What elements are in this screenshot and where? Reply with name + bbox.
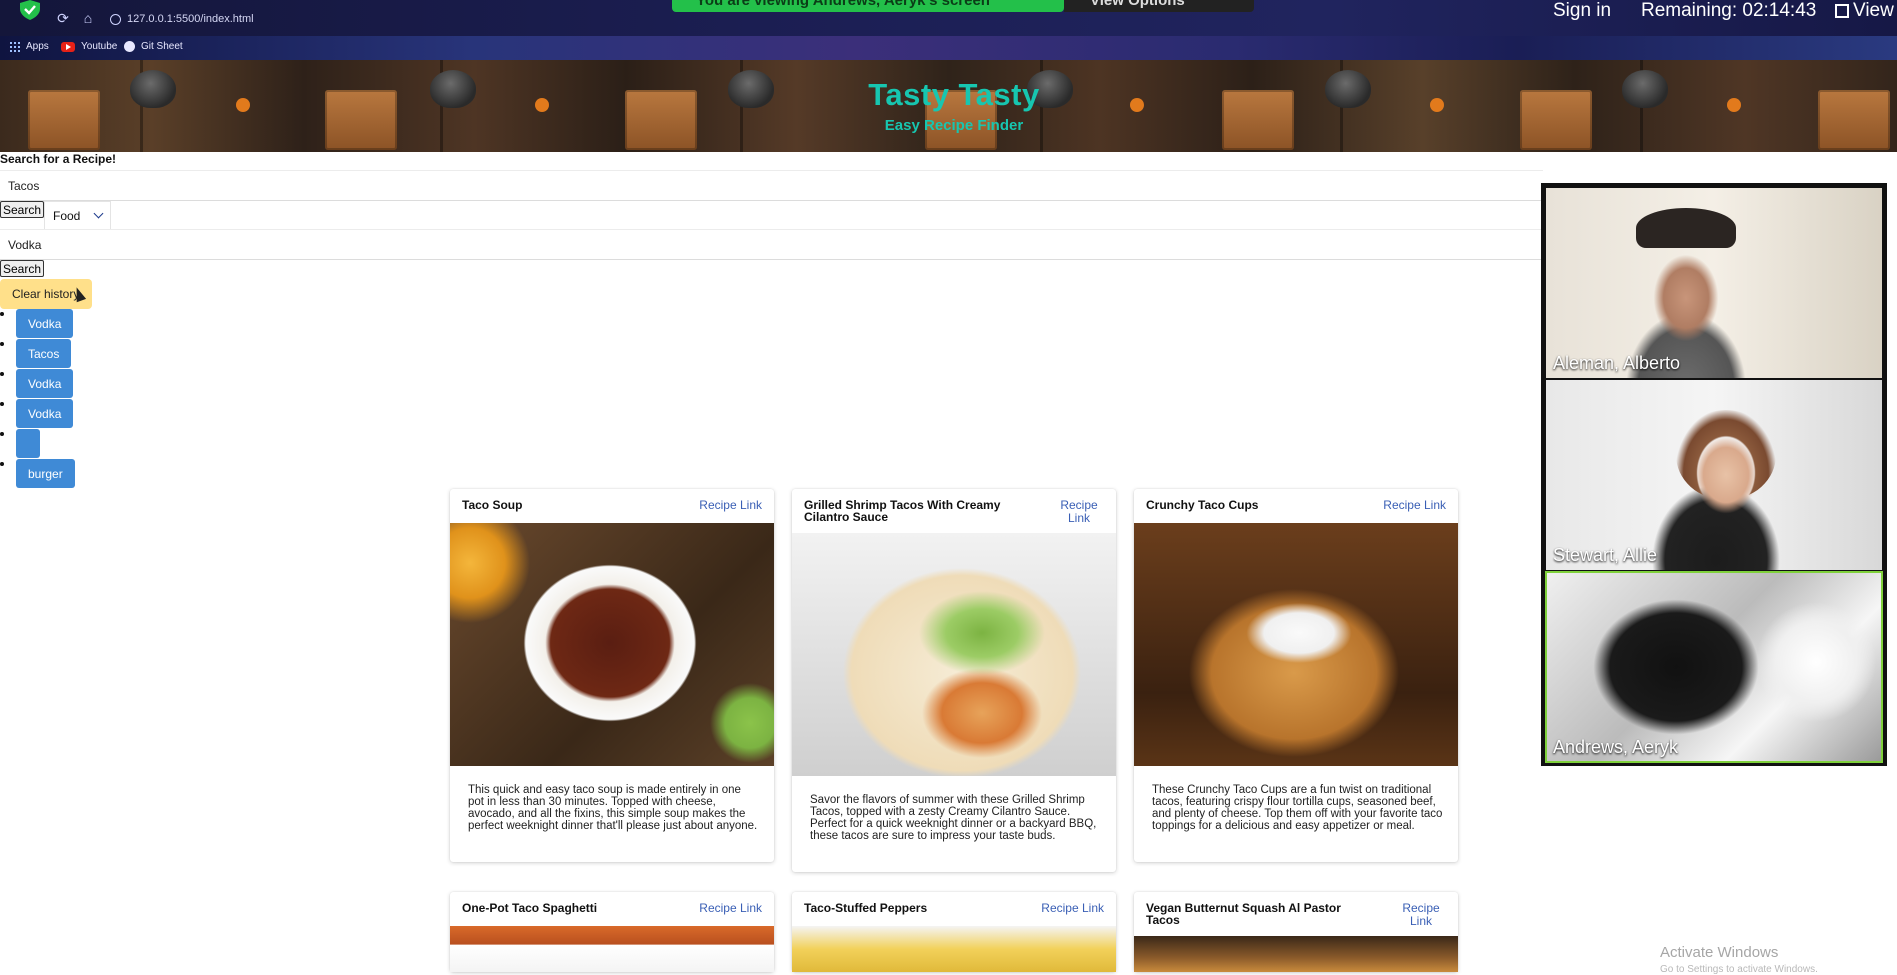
recipe-image: [1134, 936, 1458, 972]
recipe-title: Taco-Stuffed Peppers: [804, 901, 928, 915]
bookmark-label: Youtube: [81, 41, 118, 52]
bookmark-label: Apps: [26, 41, 49, 52]
recipe-card: Crunchy Taco Cups Recipe Link These Crun…: [1134, 489, 1458, 862]
drink-search-input[interactable]: [0, 230, 1543, 259]
category-value: Food: [53, 208, 81, 223]
reload-icon[interactable]: ⟳: [55, 10, 71, 26]
recipe-title: Vegan Butternut Squash Al Pastor Tacos: [1146, 901, 1341, 927]
bookmarks-bar: Apps Youtube Git Sheet: [0, 36, 1897, 60]
recipe-card: One-Pot Taco Spaghetti Recipe Link: [450, 892, 774, 972]
search-heading: Search for a Recipe!: [0, 152, 117, 166]
shield-check-icon[interactable]: [19, 0, 41, 20]
participant-name: Aleman, Alberto: [1553, 353, 1681, 373]
history-button[interactable]: Vodka: [16, 369, 74, 398]
recipe-card: Grilled Shrimp Tacos With Creamy Cilantr…: [792, 489, 1116, 872]
grid-view-icon: [1835, 4, 1849, 18]
sign-in-button[interactable]: Sign in: [1553, 0, 1611, 22]
recipe-link[interactable]: Recipe Link: [1396, 902, 1446, 928]
recipe-description: Savor the flavors of summer with these G…: [810, 794, 1097, 842]
home-icon[interactable]: ⌂: [80, 10, 96, 26]
share-status-text: You are viewing Andrews, Aeryk's screen: [672, 0, 1064, 12]
participant-video-tile[interactable]: Aleman, Alberto: [1546, 188, 1882, 378]
site-info-icon[interactable]: [110, 13, 121, 25]
screen-share-banner: You are viewing Andrews, Aeryk's screen …: [672, 0, 1254, 12]
recipe-image: [1134, 523, 1458, 766]
activate-windows-watermark: Activate Windows: [1660, 944, 1779, 961]
recipe-card: Vegan Butternut Squash Al Pastor Tacos R…: [1134, 892, 1458, 972]
history-button[interactable]: Vodka: [16, 309, 74, 338]
food-search-input[interactable]: [0, 171, 1543, 200]
history-button[interactable]: Tacos: [16, 339, 72, 368]
recipe-title: Grilled Shrimp Tacos With Creamy Cilantr…: [804, 498, 1001, 524]
recipe-card: Taco-Stuffed Peppers Recipe Link: [792, 892, 1116, 972]
recipe-link[interactable]: Recipe Link: [1014, 902, 1104, 915]
history-button[interactable]: burger: [16, 459, 75, 488]
view-options-button[interactable]: View Options: [1064, 0, 1254, 12]
recipe-image: [450, 926, 774, 972]
youtube-icon: [61, 41, 75, 52]
participant-video-tile[interactable]: Stewart, Allie: [1546, 380, 1882, 570]
recipe-link[interactable]: Recipe Link: [672, 902, 762, 915]
address-bar[interactable]: 127.0.0.1:5500/index.html: [110, 10, 254, 28]
bookmark-git-sheet[interactable]: Git Sheet: [124, 41, 183, 52]
recipe-link[interactable]: Recipe Link: [1054, 499, 1104, 525]
category-select[interactable]: Food: [44, 201, 111, 230]
bookmark-apps[interactable]: Apps: [10, 41, 49, 52]
food-search-button[interactable]: Search: [0, 201, 45, 218]
recipe-image: [792, 533, 1116, 776]
history-button[interactable]: Vodka: [16, 399, 74, 428]
participant-name: Stewart, Allie: [1553, 545, 1658, 565]
participant-name: Andrews, Aeryk: [1553, 737, 1679, 757]
recipe-link[interactable]: Recipe Link: [1356, 499, 1446, 512]
view-button[interactable]: View: [1835, 0, 1894, 22]
apps-grid-icon: [10, 41, 20, 52]
recipe-title: Taco Soup: [462, 498, 523, 512]
remaining-time: Remaining: 02:14:43: [1641, 0, 1817, 21]
recipe-card: Taco Soup Recipe Link This quick and eas…: [450, 489, 774, 862]
recipe-title: One-Pot Taco Spaghetti: [462, 901, 598, 915]
url-text: 127.0.0.1:5500/index.html: [127, 13, 254, 25]
activate-windows-hint: Go to Settings to activate Windows.: [1660, 964, 1818, 975]
recipe-title: Crunchy Taco Cups: [1146, 498, 1259, 512]
browser-toolbar: ⟳ ⌂ 127.0.0.1:5500/index.html You are vi…: [0, 0, 1897, 36]
drink-search-button[interactable]: Search: [0, 260, 45, 277]
site-header: Tasty Tasty Easy Recipe Finder: [0, 60, 1897, 152]
chevron-down-icon: [93, 208, 104, 219]
participant-video-tile-active[interactable]: Andrews, Aeryk: [1545, 571, 1883, 763]
history-button[interactable]: [16, 429, 40, 458]
recipe-description: This quick and easy taco soup is made en…: [468, 784, 758, 832]
site-subtitle: Easy Recipe Finder: [884, 117, 1024, 134]
bookmark-youtube[interactable]: Youtube: [61, 41, 117, 52]
recipe-image: [792, 926, 1116, 972]
github-icon: [124, 41, 135, 52]
site-title: Tasty Tasty: [868, 77, 1040, 112]
recipe-link[interactable]: Recipe Link: [672, 499, 762, 512]
bookmark-label: Git Sheet: [141, 41, 183, 52]
video-participants-panel[interactable]: Aleman, Alberto Stewart, Allie Andrews, …: [1541, 183, 1887, 766]
recipe-image: [450, 523, 774, 766]
recipe-description: These Crunchy Taco Cups are a fun twist …: [1152, 784, 1443, 832]
view-label: View: [1853, 0, 1894, 21]
